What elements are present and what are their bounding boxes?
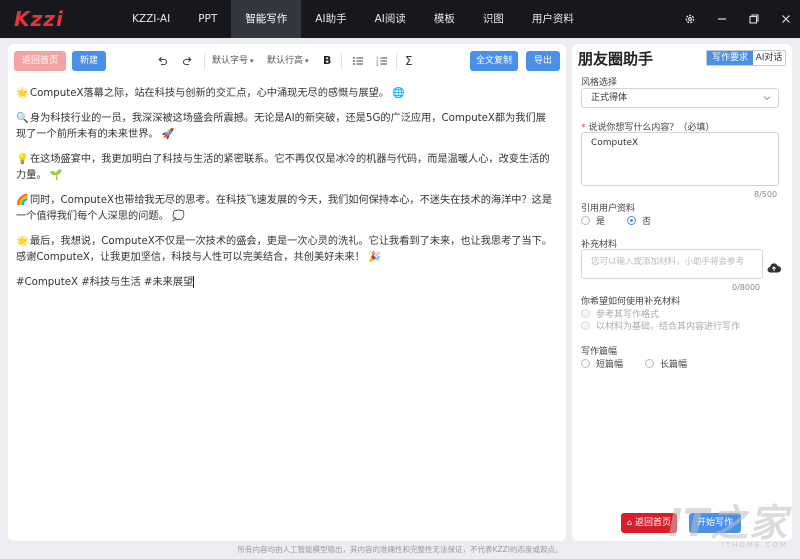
font-size-select[interactable]: 默认字号 ▾ — [212, 52, 254, 70]
text-cursor — [193, 276, 195, 288]
use-label: 你希望如何使用补充材料 — [581, 297, 681, 307]
undo-icon[interactable] — [156, 52, 168, 70]
watermark-logo: IT之家 ITHOME.COM — [667, 501, 788, 549]
radio-yes-label: 是 — [596, 217, 606, 227]
style-select[interactable]: 正式得体 — [581, 88, 779, 108]
paragraph: 🔍身为科技行业的一员，我深深被这场盛会所震撼。无论是AI的新突破，还是5G的广泛… — [16, 113, 546, 140]
editor-content[interactable]: 🌟ComputeX落幕之际，站在科技与创新的交汇点，心中涌现无尽的感慨与展望。 … — [16, 86, 556, 300]
nav-item-image-recognition[interactable]: 识图 — [469, 0, 518, 38]
gear-icon[interactable] — [684, 13, 696, 25]
globe-emoji-icon: 🌐 — [392, 88, 405, 99]
nav-item-ppt[interactable]: PPT — [184, 0, 231, 38]
sun-emoji-icon: 🌟 — [16, 88, 29, 99]
party-emoji-icon: 🎉 — [368, 252, 381, 263]
cloud-upload-icon[interactable] — [767, 259, 782, 278]
bulb-emoji-icon: 💡 — [16, 154, 29, 165]
chevron-down-icon: ▾ — [305, 57, 309, 65]
rocket-emoji-icon: 🚀 — [161, 129, 175, 140]
thought-bubble-emoji-icon: 💭 — [172, 211, 185, 222]
content-textarea[interactable]: ComputeX — [581, 132, 779, 186]
supp-count: 0/8000 — [732, 283, 761, 292]
assistant-panel: 朋友圈助手 写作要求 AI对话 风格选择 正式得体 * 说说你想写什么内容？（必… — [572, 44, 792, 541]
radio-long[interactable] — [645, 359, 655, 368]
chevron-down-icon — [763, 89, 771, 114]
home-icon: ⌂ — [626, 518, 633, 527]
nav-item-ai-reading[interactable]: AI阅读 — [361, 0, 420, 38]
length-radio-group: 短篇幅 长篇幅 — [581, 357, 687, 370]
radio-long-label: 长篇幅 — [660, 360, 688, 370]
bold-button[interactable]: B — [323, 52, 331, 70]
main-nav: KZZI-AI PPT 智能写作 AI助手 AI阅读 模板 识图 用户资料 — [118, 0, 588, 38]
seedling-emoji-icon: 🌱 — [49, 170, 63, 181]
magnifier-emoji-icon: 🔍 — [16, 113, 29, 124]
toolbar-divider — [204, 53, 205, 69]
paragraph: 🌟最后，我想说，ComputeX不仅是一次技术的盛会，更是一次心灵的洗礼。它让我… — [16, 236, 553, 263]
radio-no[interactable] — [627, 216, 637, 225]
nav-item-ai-assistant[interactable]: AI助手 — [301, 0, 360, 38]
editor-panel: 返回首页 新建 默认字号 ▾ 默认行高 ▾ B 123 Σ 全文复制 导出 🌟Com… — [8, 44, 566, 541]
tab-writing-requirements[interactable]: 写作要求 — [707, 51, 753, 65]
radio-short[interactable] — [581, 359, 590, 368]
paragraph: 💡在这场盛宴中，我更加明白了科技与生活的紧密联系。它不再仅仅是冰冷的机器与代码，… — [16, 154, 550, 181]
use-option-content[interactable]: 以材料为基础，结合其内容进行写作 — [581, 319, 740, 332]
chevron-down-icon: ▾ — [250, 57, 254, 65]
redo-icon[interactable] — [182, 52, 194, 70]
toolbar-divider — [396, 53, 397, 69]
copy-all-button[interactable]: 全文复制 — [470, 51, 518, 71]
nav-item-user-profile[interactable]: 用户资料 — [518, 0, 588, 38]
quote-label: 引用用户资料 — [581, 204, 636, 214]
window-controls — [684, 0, 792, 38]
paragraph: 🌟ComputeX落幕之际，站在科技与创新的交汇点，心中涌现无尽的感慨与展望。 … — [16, 86, 556, 102]
style-label: 风格选择 — [581, 78, 618, 88]
svg-text:3: 3 — [376, 63, 378, 67]
sigma-icon[interactable]: Σ — [405, 52, 413, 70]
numbered-list-icon[interactable]: 123 — [376, 52, 388, 70]
panel-title: 朋友圈助手 — [578, 50, 654, 68]
hashtags: #ComputeX #科技与生活 #未来展望 — [16, 276, 195, 288]
nav-item-templates[interactable]: 模板 — [420, 0, 469, 38]
editor-toolbar: 返回首页 新建 默认字号 ▾ 默认行高 ▾ B 123 Σ 全文复制 导出 — [8, 44, 566, 78]
supp-textarea[interactable]: 您可以输入或添加材料，小助手将会参考 — [581, 249, 763, 279]
panel-tabs: 写作要求 AI对话 — [706, 50, 786, 66]
length-label: 写作篇幅 — [581, 347, 618, 357]
export-button[interactable]: 导出 — [526, 51, 560, 71]
line-height-select[interactable]: 默认行高 ▾ — [267, 52, 309, 70]
nav-item-smart-writing[interactable]: 智能写作 — [231, 0, 302, 38]
content-count: 8/500 — [754, 190, 778, 199]
nav-item-kzzi-ai[interactable]: KZZI-AI — [118, 0, 184, 38]
close-icon[interactable] — [780, 13, 792, 25]
app-logo[interactable]: Kzzi — [0, 0, 78, 38]
back-home-button[interactable]: 返回首页 — [14, 51, 66, 71]
tab-ai-chat[interactable]: AI对话 — [753, 51, 785, 65]
sun-emoji-icon: 🌟 — [16, 236, 29, 247]
rainbow-emoji-icon: 🌈 — [16, 195, 29, 206]
new-button[interactable]: 新建 — [72, 51, 106, 71]
radio-no-label: 否 — [642, 217, 652, 227]
bullet-list-icon[interactable] — [352, 52, 364, 70]
radio-short-label: 短篇幅 — [596, 360, 624, 370]
quote-radio-group: 是 否 — [581, 214, 651, 227]
paragraph: 🌈同时，ComputeX也带给我无尽的思考。在科技飞速发展的今天，我们如何保持本… — [16, 195, 553, 222]
top-bar: Kzzi KZZI-AI PPT 智能写作 AI助手 AI阅读 模板 识图 用户… — [0, 0, 800, 38]
toolbar-divider — [341, 53, 342, 69]
restore-icon[interactable] — [748, 13, 760, 25]
radio-yes[interactable] — [581, 216, 590, 225]
minimize-icon[interactable] — [716, 13, 728, 25]
